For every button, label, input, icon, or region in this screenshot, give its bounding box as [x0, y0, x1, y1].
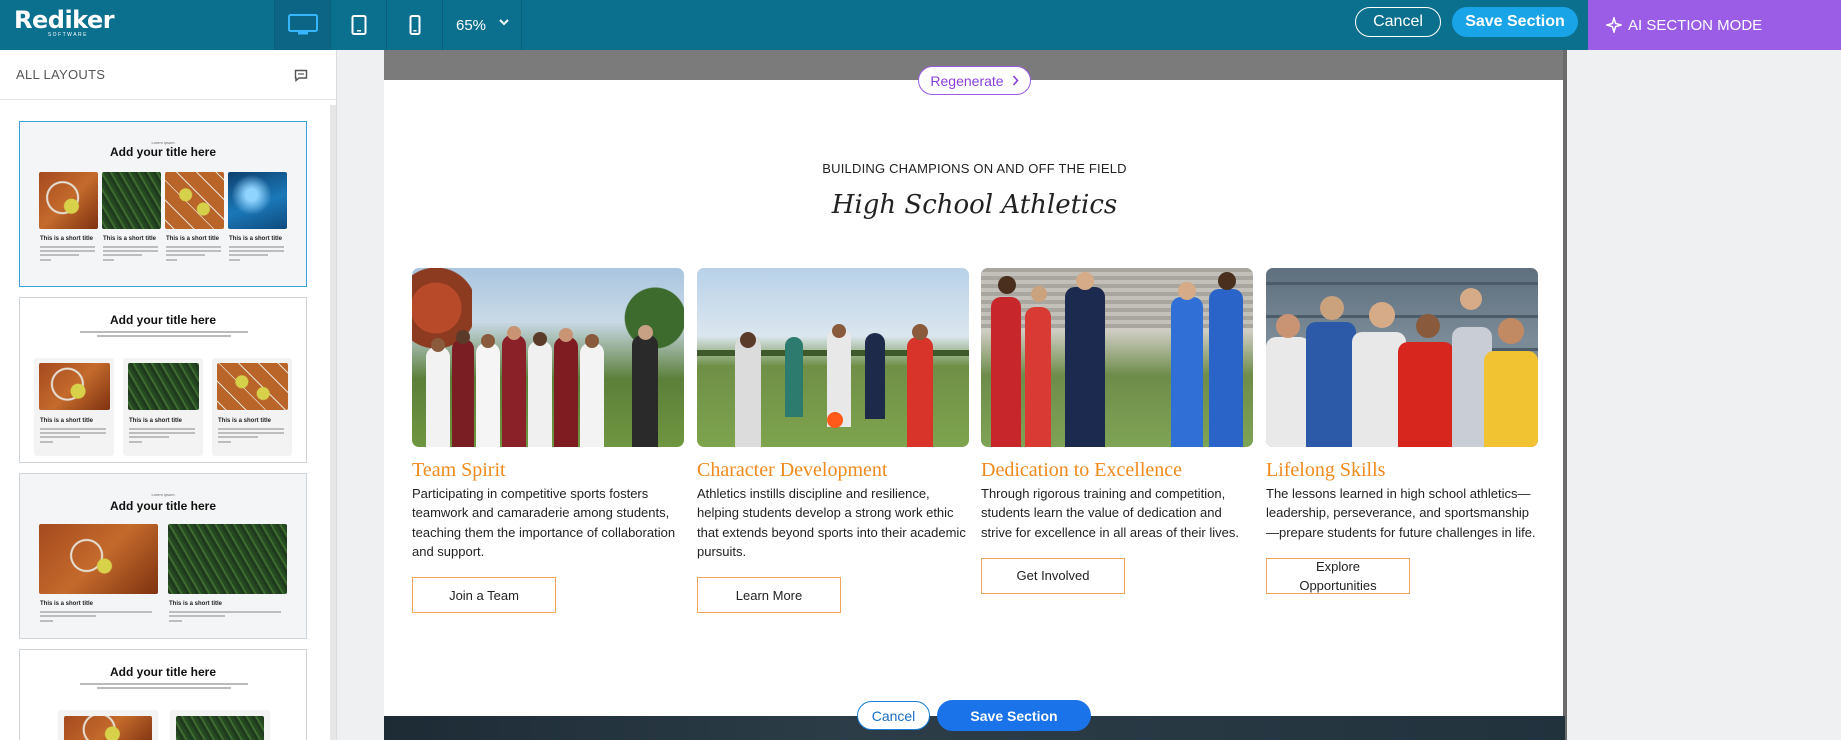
layout-item-title: This is a short title — [229, 236, 283, 242]
layout-card-three-column[interactable]: Add your title here This is a short titl… — [19, 297, 307, 463]
feature-description: Participating in competitive sports fost… — [412, 486, 676, 559]
layout-item-title: This is a short title — [169, 601, 223, 607]
join-team-button[interactable]: Join a Team — [412, 577, 556, 614]
coach-athletes-photo — [981, 268, 1253, 447]
sidebar-header: ALL LAYOUTS — [0, 50, 336, 100]
layout-thumb — [165, 172, 224, 229]
layout-lines — [40, 428, 106, 445]
ai-section-mode-label: AI SECTION MODE — [1628, 16, 1763, 34]
layout-card-two-column[interactable]: Lorem ipsum Add your title here This is … — [19, 473, 307, 639]
comment-icon[interactable] — [294, 69, 308, 82]
layout-item-title: This is a short title — [40, 236, 94, 242]
feature-description: The lessons learned in high school athle… — [1266, 486, 1536, 540]
regenerate-button[interactable]: Regenerate — [918, 66, 1031, 95]
chevron-right-icon — [1012, 75, 1019, 86]
layout-lines — [229, 246, 284, 263]
layout-item-title: This is a short title — [40, 418, 94, 424]
bottom-save-section-button[interactable]: Save Section — [937, 700, 1091, 731]
layout-thumb — [64, 716, 152, 740]
get-involved-button[interactable]: Get Involved — [981, 557, 1125, 594]
layout-thumb — [39, 363, 110, 410]
learn-more-button[interactable]: Learn More — [697, 577, 841, 614]
tablet-view-button[interactable] — [331, 0, 387, 50]
mobile-icon — [409, 15, 420, 35]
device-switcher — [274, 0, 443, 50]
layout-lines — [218, 428, 284, 445]
rediker-logo: Rediker SOFTWARE — [14, 6, 115, 44]
sidebar-scrollbar[interactable] — [330, 105, 336, 740]
save-section-button[interactable]: Save Section — [1452, 7, 1578, 37]
layout-lines — [169, 611, 281, 624]
ai-section-mode-button[interactable]: AI SECTION MODE — [1588, 0, 1841, 50]
layout-title: Add your title here — [109, 145, 216, 159]
layout-title: Add your title here — [109, 313, 216, 327]
tablet-icon — [351, 15, 366, 35]
layout-lines — [40, 611, 152, 624]
feature-description: Athletics instills discipline and resili… — [697, 486, 966, 559]
layout-thumb — [168, 524, 287, 594]
layout-card-two-column-cards[interactable]: Add your title here — [19, 649, 307, 740]
layout-title: Add your title here — [109, 665, 216, 679]
top-toolbar: Rediker SOFTWARE 65% Cancel Save Section… — [0, 0, 1841, 50]
section-kicker: BUILDING CHAMPIONS ON AND OFF THE FIELD — [822, 161, 1127, 176]
feature-title: Character Development — [697, 459, 888, 481]
desktop-icon — [287, 14, 318, 35]
regenerate-label: Regenerate — [930, 72, 1004, 89]
desktop-view-button[interactable] — [275, 0, 331, 50]
zoom-select[interactable]: 65% — [440, 0, 522, 50]
layout-item-title: This is a short title — [166, 236, 220, 242]
layout-lines — [166, 246, 221, 263]
layout-description-lines — [80, 683, 248, 693]
feature-title: Dedication to Excellence — [981, 459, 1183, 481]
layout-thumb — [102, 172, 161, 229]
sidebar-heading: ALL LAYOUTS — [16, 67, 106, 82]
layouts-sidebar: ALL LAYOUTS Lorem ipsum Add your title h… — [0, 50, 337, 740]
layout-item-title: This is a short title — [40, 601, 94, 607]
cheering-fans-photo — [1266, 268, 1538, 447]
layout-card-four-column[interactable]: Lorem ipsum Add your title here This is … — [19, 121, 307, 287]
layout-kicker: Lorem ipsum — [151, 492, 175, 497]
section-heading: High School Athletics — [831, 190, 1118, 220]
layout-thumb — [228, 172, 287, 229]
feature-column: Lifelong Skills The lessons learned in h… — [1266, 268, 1538, 594]
layout-item-title: This is a short title — [103, 236, 157, 242]
chevron-down-icon — [499, 19, 509, 26]
layout-thumb — [39, 172, 98, 229]
feature-column: Dedication to Excellence Through rigorou… — [981, 268, 1253, 594]
layout-description-lines — [80, 331, 248, 341]
layout-item-title: This is a short title — [218, 418, 272, 424]
feature-title: Lifelong Skills — [1266, 459, 1386, 481]
layout-lines — [103, 246, 158, 263]
feature-description: Through rigorous training and competitio… — [981, 486, 1239, 540]
sparkle-icon — [1606, 17, 1622, 33]
layout-lines — [129, 428, 195, 445]
explore-opportunities-button[interactable]: Explore Opportunities — [1266, 557, 1410, 594]
layout-title: Add your title here — [109, 499, 216, 513]
soccer-practice-photo — [697, 268, 969, 447]
logo-wordmark: Rediker — [14, 6, 115, 34]
layout-thumb — [176, 716, 264, 740]
feature-column: Character Development Athletics instills… — [697, 268, 969, 614]
canvas-scrollbar[interactable] — [1563, 50, 1567, 740]
layout-item-title: This is a short title — [129, 418, 183, 424]
team-celebration-photo — [412, 268, 684, 447]
layout-thumb — [128, 363, 199, 410]
mobile-view-button[interactable] — [387, 0, 443, 50]
layout-lines — [40, 246, 95, 263]
layout-thumb — [39, 524, 158, 594]
bottom-cancel-button[interactable]: Cancel — [857, 701, 930, 730]
layout-thumb — [217, 363, 288, 410]
cancel-button[interactable]: Cancel — [1355, 7, 1441, 37]
zoom-value: 65% — [456, 16, 487, 34]
feature-column: Team Spirit Participating in competitive… — [412, 268, 684, 614]
feature-title: Team Spirit — [412, 459, 506, 481]
